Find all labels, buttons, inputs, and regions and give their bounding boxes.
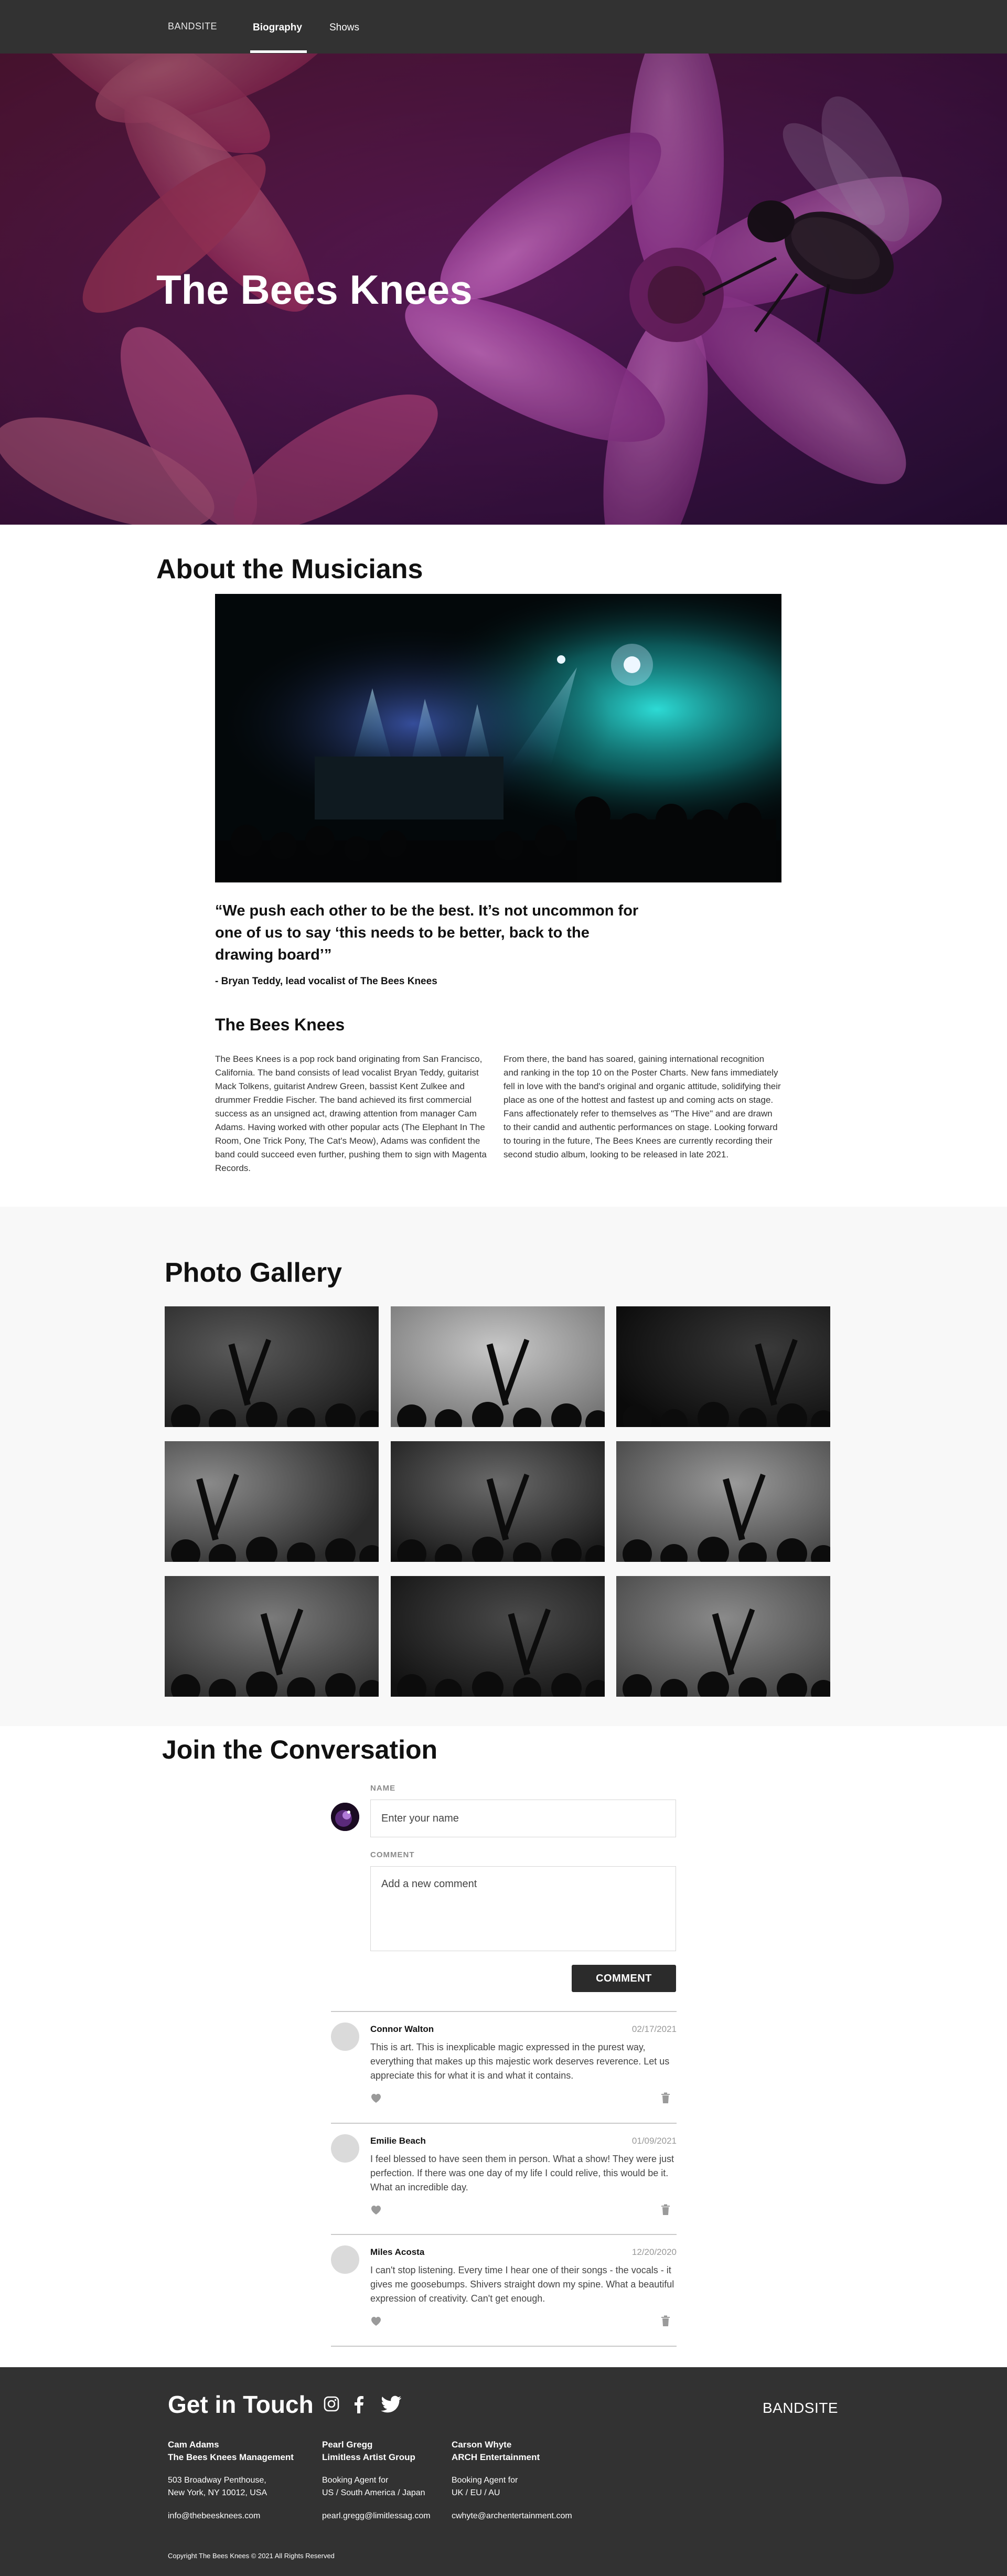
contact-cam-adams: Cam Adams The Bees Knees Management 503 …: [168, 2439, 294, 2522]
contact-org: Limitless Artist Group: [322, 2452, 415, 2462]
about-section-title: About the Musicians: [156, 554, 423, 584]
trash-icon[interactable]: [661, 2092, 670, 2106]
contact-email[interactable]: pearl.gregg@limitlessag.com: [322, 2510, 431, 2522]
bio-title: The Bees Knees: [215, 1015, 345, 1034]
nav-link-shows[interactable]: Shows: [329, 22, 359, 34]
footer-logo[interactable]: BANDSITE: [763, 2400, 838, 2417]
contact-line-1: 503 Broadway Penthouse,: [168, 2476, 266, 2485]
comment-input[interactable]: [370, 1866, 676, 1951]
quote-attribution: - Bryan Teddy, lead vocalist of The Bees…: [215, 976, 437, 987]
active-nav-indicator: [250, 50, 307, 53]
copyright-text: Copyright The Bees Knees © 2021 All Righ…: [168, 2552, 335, 2560]
commenter-avatar: [331, 2134, 359, 2163]
contact-line-1: Booking Agent for: [452, 2476, 518, 2485]
trash-icon[interactable]: [661, 2315, 670, 2329]
gallery-photo[interactable]: [616, 1306, 830, 1427]
comment-label: COMMENT: [370, 1850, 415, 1859]
hero-banner: The Bees Knees: [0, 54, 1007, 525]
gallery-photo[interactable]: [616, 1441, 830, 1562]
contact-name: Cam Adams: [168, 2440, 219, 2450]
commenter-name: Emilie Beach: [370, 2136, 426, 2146]
gallery-photo[interactable]: [391, 1576, 605, 1697]
contact-name: Carson Whyte: [452, 2440, 512, 2450]
band-quote: “We push each other to be the best. It’s…: [215, 902, 639, 963]
comment-text: This is art. This is inexplicable magic …: [370, 2042, 670, 2081]
contact-email[interactable]: info@thebeesknees.com: [168, 2510, 294, 2522]
heart-icon[interactable]: [370, 2093, 382, 2106]
gallery-photo[interactable]: [616, 1576, 830, 1697]
comment-date: 12/20/2020: [631, 2247, 677, 2257]
gallery-photo[interactable]: [165, 1306, 379, 1427]
hero-flower-image: [0, 54, 1007, 525]
conversation-title: Join the Conversation: [162, 1735, 438, 1764]
contact-carson-whyte: Carson Whyte ARCH Entertainment Booking …: [452, 2439, 572, 2522]
contact-email[interactable]: cwhyte@archentertainment.com: [452, 2510, 572, 2522]
instagram-icon[interactable]: [323, 2396, 340, 2415]
gallery-photo[interactable]: [165, 1441, 379, 1562]
gallery-title: Photo Gallery: [165, 1258, 342, 1288]
comment-text: I feel blessed to have seen them in pers…: [370, 2154, 674, 2192]
gallery-photo[interactable]: [391, 1441, 605, 1562]
contact-pearl-gregg: Pearl Gregg Limitless Artist Group Booki…: [322, 2439, 431, 2522]
contact-org: ARCH Entertainment: [452, 2452, 540, 2462]
twitter-icon[interactable]: [381, 2396, 402, 2416]
contact-line-2: UK / EU / AU: [452, 2488, 500, 2497]
comment-date: 01/09/2021: [631, 2136, 677, 2146]
name-label: NAME: [370, 1784, 396, 1793]
site-header: BANDSITE Biography Shows: [0, 0, 1007, 54]
comment-divider: [331, 2234, 677, 2235]
bio-paragraph-1: The Bees Knees is a pop rock band origin…: [215, 1054, 487, 1173]
contact-org: The Bees Knees Management: [168, 2452, 294, 2462]
name-input[interactable]: [370, 1800, 676, 1837]
contact-line-2: US / South America / Japan: [322, 2488, 425, 2497]
contact-name: Pearl Gregg: [322, 2440, 373, 2450]
comment-text: I can't stop listening. Every time I hea…: [370, 2265, 674, 2304]
comment-divider: [331, 2346, 677, 2347]
heart-icon[interactable]: [370, 2316, 382, 2329]
footer-title: Get in Touch: [168, 2391, 314, 2418]
commenter-avatar: [331, 2023, 359, 2051]
trash-icon[interactable]: [661, 2204, 670, 2218]
bio-paragraph-2: From there, the band has soared, gaining…: [504, 1054, 781, 1159]
concert-stage-photo: [215, 594, 781, 882]
comment-submit-button[interactable]: COMMENT: [572, 1965, 676, 1992]
gallery-photo[interactable]: [165, 1576, 379, 1697]
gallery-photo[interactable]: [391, 1306, 605, 1427]
comment-date: 02/17/2021: [631, 2024, 677, 2034]
comment-divider: [331, 2011, 677, 2012]
commenter-avatar: [331, 2245, 359, 2274]
contact-line-1: Booking Agent for: [322, 2476, 389, 2485]
nav-link-biography[interactable]: Biography: [253, 22, 302, 34]
comment-divider: [331, 2123, 677, 2124]
hero-title: The Bees Knees: [156, 267, 473, 313]
heart-icon[interactable]: [370, 2205, 382, 2218]
contact-line-2: New York, NY 10012, USA: [168, 2488, 267, 2497]
site-footer: Get in Touch BANDSITE Cam Adams The Bees…: [0, 2367, 1007, 2576]
commenter-name: Connor Walton: [370, 2024, 434, 2034]
site-logo[interactable]: BANDSITE: [168, 21, 217, 32]
commenter-name: Miles Acosta: [370, 2247, 425, 2257]
facebook-icon[interactable]: [353, 2396, 365, 2416]
user-avatar: [331, 1803, 359, 1831]
